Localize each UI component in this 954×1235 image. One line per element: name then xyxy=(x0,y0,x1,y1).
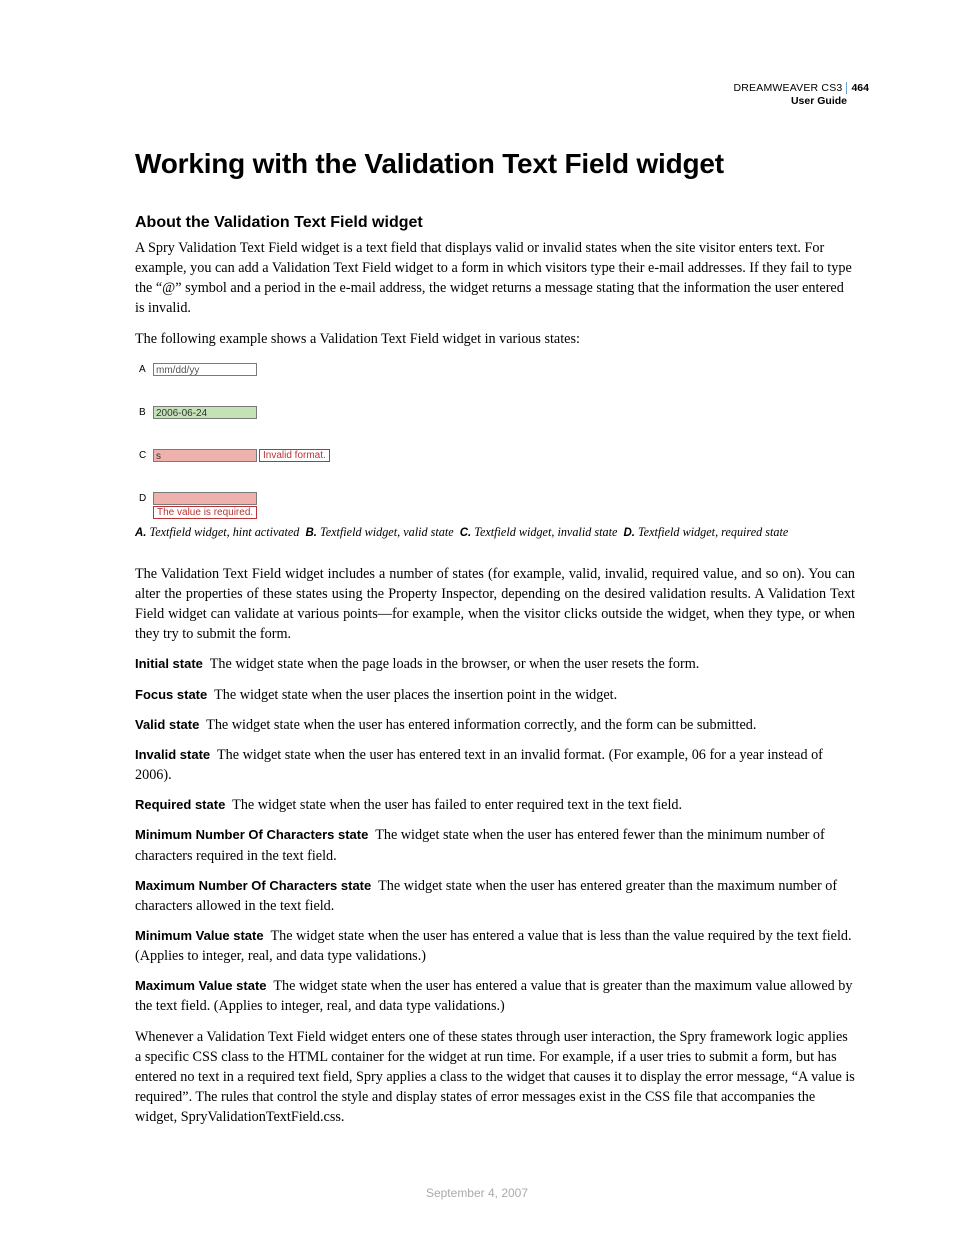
textfield-valid: 2006-06-24 xyxy=(153,406,257,419)
overview-paragraph: The Validation Text Field widget include… xyxy=(135,564,855,645)
term-maxchars: Maximum Number Of Characters state xyxy=(135,878,371,893)
page-number: 464 xyxy=(846,82,869,94)
section-title: Working with the Validation Text Field w… xyxy=(135,148,855,180)
closing-paragraph: Whenever a Validation Text Field widget … xyxy=(135,1027,855,1128)
subsection-heading: About the Validation Text Field widget xyxy=(135,214,855,232)
caption-text-d: Textfield widget, required state xyxy=(638,525,788,539)
state-row-c: C s Invalid format. xyxy=(139,449,855,462)
state-row-b: B 2006-06-24 xyxy=(139,406,855,419)
state-letter: B xyxy=(139,406,153,418)
state-letter: C xyxy=(139,449,153,461)
caption-label-d: D. xyxy=(623,527,635,539)
caption-text-a: Textfield widget, hint activated xyxy=(150,525,300,539)
term-initial: Initial state xyxy=(135,656,203,671)
intro-paragraph-2: The following example shows a Validation… xyxy=(135,329,855,349)
desc-invalid: The widget state when the user has enter… xyxy=(135,747,823,783)
caption-label-b: B. xyxy=(305,527,317,539)
state-letter: D xyxy=(139,492,153,504)
caption-text-c: Textfield widget, invalid state xyxy=(474,525,617,539)
guide-label: User Guide xyxy=(733,95,869,108)
textfield-invalid: s xyxy=(153,449,257,462)
product-name: DREAMWEAVER CS3 xyxy=(733,82,842,94)
def-minval: Minimum Value state The widget state whe… xyxy=(135,926,855,966)
def-valid: Valid state The widget state when the us… xyxy=(135,715,855,735)
state-row-d: D The value is required. xyxy=(139,492,855,519)
term-required: Required state xyxy=(135,797,225,812)
content: Working with the Validation Text Field w… xyxy=(135,148,855,1137)
state-letter: A xyxy=(139,363,153,375)
states-figure: A mm/dd/yy B 2006-06-24 C s Invalid form… xyxy=(139,363,855,519)
required-msg: The value is required. xyxy=(153,506,257,519)
def-required: Required state The widget state when the… xyxy=(135,795,855,815)
invalid-format-msg: Invalid format. xyxy=(259,449,330,462)
def-minchars: Minimum Number Of Characters state The w… xyxy=(135,825,855,865)
def-maxchars: Maximum Number Of Characters state The w… xyxy=(135,876,855,916)
term-minchars: Minimum Number Of Characters state xyxy=(135,827,368,842)
caption-label-a: A. xyxy=(135,527,147,539)
def-focus: Focus state The widget state when the us… xyxy=(135,685,855,705)
term-minval: Minimum Value state xyxy=(135,928,264,943)
footer-date: September 4, 2007 xyxy=(0,1186,954,1200)
desc-required: The widget state when the user has faile… xyxy=(232,797,682,813)
term-invalid: Invalid state xyxy=(135,747,210,762)
term-valid: Valid state xyxy=(135,717,199,732)
textfield-required xyxy=(153,492,257,505)
caption-label-c: C. xyxy=(460,527,472,539)
caption-text-b: Textfield widget, valid state xyxy=(320,525,454,539)
textfield-hint: mm/dd/yy xyxy=(153,363,257,376)
def-maxval: Maximum Value state The widget state whe… xyxy=(135,976,855,1016)
intro-paragraph-1: A Spry Validation Text Field widget is a… xyxy=(135,238,855,319)
state-row-a: A mm/dd/yy xyxy=(139,363,855,376)
figure-caption: A. Textfield widget, hint activated B. T… xyxy=(135,525,855,540)
desc-focus: The widget state when the user places th… xyxy=(214,687,617,703)
desc-initial: The widget state when the page loads in … xyxy=(210,656,700,672)
term-maxval: Maximum Value state xyxy=(135,978,267,993)
def-initial: Initial state The widget state when the … xyxy=(135,654,855,674)
def-invalid: Invalid state The widget state when the … xyxy=(135,745,855,785)
term-focus: Focus state xyxy=(135,687,207,702)
page-header: DREAMWEAVER CS3 464 User Guide xyxy=(733,82,869,108)
desc-valid: The widget state when the user has enter… xyxy=(206,717,756,733)
